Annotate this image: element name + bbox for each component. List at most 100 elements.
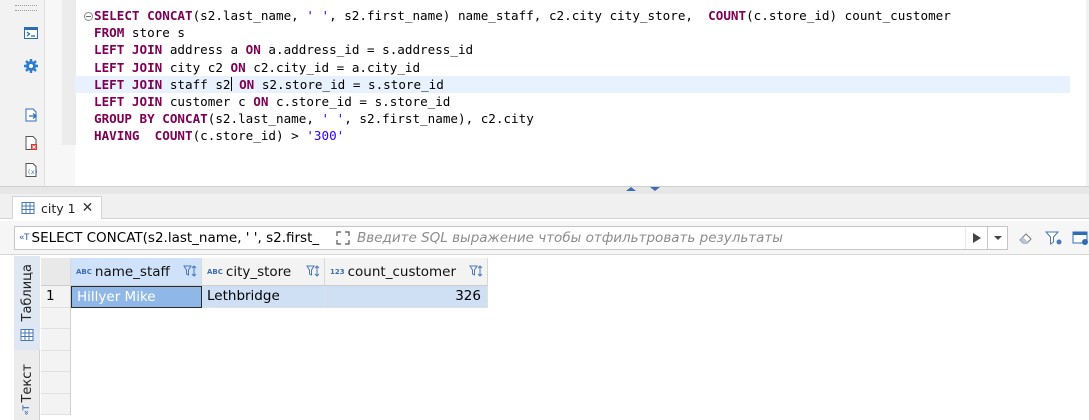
code-line[interactable]: GROUP BY CONCAT(s2.last_name, ' ', s2.fi…	[94, 110, 1070, 127]
sql-string: ' '	[321, 111, 345, 127]
view-switcher: Таблица Текст «T	[14, 256, 40, 420]
file-icon[interactable]	[22, 134, 40, 152]
row-number	[41, 350, 71, 372]
sql-text: a.address_id = s.address_id	[260, 42, 474, 58]
sql-text: city c2	[162, 59, 231, 75]
empty-row	[41, 329, 1089, 351]
sql-keyword: LEFT JOIN	[94, 93, 163, 109]
sql-keyword: CONCAT	[162, 111, 208, 127]
sql-keyword: ON	[253, 93, 269, 109]
row-number[interactable]: 1	[41, 286, 71, 308]
column-header-label: name_staff	[94, 263, 170, 280]
column-type-badge: ABC	[207, 267, 223, 276]
empty-row	[41, 372, 1089, 394]
sql-keyword: LEFT JOIN	[94, 76, 163, 92]
code-line[interactable]: FROM store s	[94, 24, 1070, 41]
sort-filter-icon[interactable]	[469, 264, 483, 278]
row-number	[41, 393, 71, 415]
sql-text: c.store_id = s.store_id	[268, 93, 451, 109]
sql-string: ' '	[306, 8, 330, 23]
grid-header: ABC name_staff ABC city_store 123 count_…	[41, 258, 1089, 286]
results-tab-bar: city 1 ✕	[0, 194, 1089, 219]
column-header-city-store[interactable]: ABC city_store	[202, 258, 325, 286]
filter-sql-preview[interactable]: «T SELECT CONCAT(s2.last_name, ' ', s2.f…	[15, 230, 333, 246]
column-header-name-staff[interactable]: ABC name_staff	[71, 258, 202, 286]
sql-text: customer c	[162, 93, 254, 109]
eraser-icon[interactable]	[1016, 228, 1036, 248]
sql-keyword: LEFT JOIN	[94, 59, 163, 75]
code-line[interactable]: LEFT JOIN city c2 ON c2.city_id = a.city…	[94, 59, 1070, 76]
sql-string: '300'	[306, 128, 345, 144]
empty-row	[41, 350, 1089, 372]
filter-settings-icon[interactable]	[1044, 228, 1064, 248]
results-grid[interactable]: ABC name_staff ABC city_store 123 count_…	[41, 258, 1089, 420]
sql-editor[interactable]: SELECT CONCAT(s2.last_name, ' ', s2.firs…	[75, 7, 1070, 145]
export-icon[interactable]	[22, 106, 40, 124]
sql-text: (c.store_id) >	[192, 128, 307, 144]
sql-keyword: FROM	[94, 25, 125, 41]
fold-marker[interactable]	[84, 12, 93, 21]
editor-side-toolbar: (x)	[0, 0, 45, 186]
row-number-header[interactable]	[41, 258, 71, 286]
column-type-badge: 123	[330, 267, 345, 276]
sql-keyword: COUNT	[154, 128, 193, 144]
expand-icon[interactable]	[333, 228, 353, 248]
code-line[interactable]: LEFT JOIN staff s2 ON s2.store_id = s.st…	[75, 75, 1070, 93]
toolbar-grip[interactable]	[15, 5, 37, 11]
empty-row	[41, 393, 1089, 415]
text-view-icon: «T	[22, 404, 32, 416]
side-tab-table-label: Таблица	[19, 264, 35, 322]
cell-count-customer[interactable]: 326	[325, 286, 488, 308]
collapse-arrows-icon[interactable]	[624, 185, 664, 193]
code-line[interactable]: SELECT CONCAT(s2.last_name, ' ', s2.firs…	[94, 7, 1070, 24]
panel-splitter[interactable]	[0, 186, 1089, 194]
sort-filter-icon[interactable]	[183, 264, 197, 278]
grid-table-icon	[20, 328, 34, 341]
sql-keyword: ON	[239, 76, 255, 92]
sort-filter-icon[interactable]	[306, 264, 320, 278]
sql-text: c2.city_id = a.city_id	[245, 59, 421, 75]
variables-icon[interactable]: (x)	[22, 161, 40, 179]
filter-input[interactable]: Введите SQL выражение чтобы отфильтроват…	[353, 230, 965, 246]
sql-text: store s	[124, 25, 186, 41]
sql-prefix-icon: «T	[19, 233, 30, 243]
table-row[interactable]: 1 Hillyer Mike Lethbridge 326	[41, 286, 1089, 308]
grid-table-icon	[21, 202, 35, 214]
side-tab-text-label: Текст	[19, 364, 35, 403]
editor-margin-band	[62, 0, 76, 145]
panel-icon[interactable]	[1071, 228, 1089, 248]
row-number	[41, 372, 71, 394]
settings-gear-icon[interactable]	[22, 57, 40, 75]
run-filter-icon[interactable]	[965, 227, 987, 249]
column-header-count-customer[interactable]: 123 count_customer	[325, 258, 488, 286]
sql-text: (c.store_id) count_customer	[746, 8, 951, 23]
filter-input-box[interactable]: «T SELECT CONCAT(s2.last_name, ' ', s2.f…	[14, 226, 1008, 250]
side-tab-text[interactable]: Текст «T	[14, 360, 40, 420]
code-line[interactable]: HAVING COUNT(c.store_id) > '300'	[94, 127, 1070, 144]
close-icon[interactable]: ✕	[82, 201, 94, 215]
cell-city-store[interactable]: Lethbridge	[202, 286, 325, 308]
sql-text: s2.store_id = s.store_id	[254, 76, 444, 92]
console-icon[interactable]	[22, 24, 40, 42]
sql-text: (s2.last_name,	[192, 8, 307, 23]
code-line[interactable]: LEFT JOIN customer c ON c.store_id = s.s…	[94, 93, 1070, 110]
sql-text: staff s2	[162, 76, 231, 92]
tab-label: city 1	[41, 200, 76, 216]
side-tab-table[interactable]: Таблица	[14, 256, 40, 350]
code-line[interactable]: LEFT JOIN address a ON a.address_id = s.…	[94, 41, 1070, 58]
dropdown-icon[interactable]	[987, 227, 1007, 249]
row-number	[41, 329, 71, 351]
filter-bar: «T SELECT CONCAT(s2.last_name, ' ', s2.f…	[0, 221, 1089, 255]
empty-row	[41, 307, 1089, 329]
sql-keyword: CONCAT	[147, 8, 193, 23]
tab-city-1[interactable]: city 1 ✕	[12, 196, 103, 219]
sql-text: , s2.first_name) name_staff, c2.city cit…	[329, 8, 709, 23]
cell-name-staff[interactable]: Hillyer Mike	[71, 286, 202, 308]
sql-keyword: ON	[245, 42, 261, 58]
column-header-label: city_store	[225, 263, 292, 280]
svg-text:(x): (x)	[27, 169, 38, 176]
sql-text: , s2.first_name), c2.city	[344, 111, 534, 127]
filter-sql-text: SELECT CONCAT(s2.last_name, ' ', s2.firs…	[31, 230, 320, 246]
sql-keyword: LEFT JOIN	[94, 42, 163, 58]
